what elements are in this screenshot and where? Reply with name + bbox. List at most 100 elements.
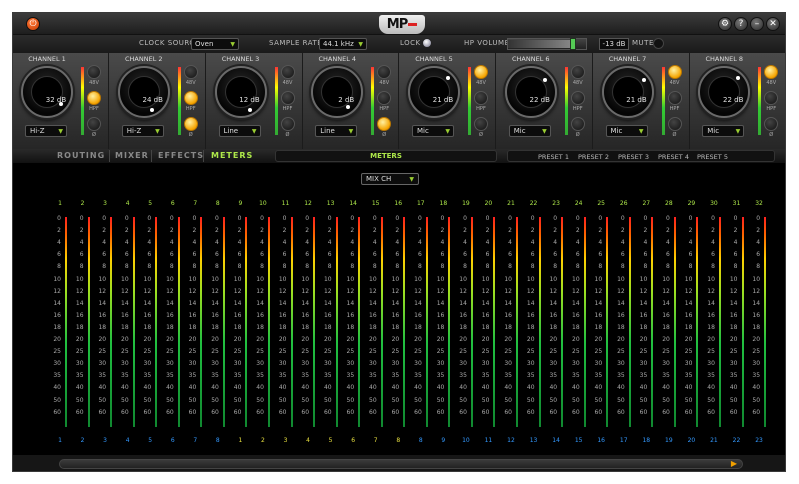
- hpf-button[interactable]: [183, 91, 198, 105]
- meter-scale-label: 60: [436, 408, 445, 416]
- meter-scale-label: 30: [121, 360, 129, 368]
- phantom-power-button[interactable]: [474, 65, 488, 79]
- phantom-power-button[interactable]: [667, 65, 682, 79]
- hpf-button[interactable]: [667, 91, 682, 105]
- mute-button[interactable]: [653, 38, 664, 49]
- phantom-power-button[interactable]: [764, 65, 779, 79]
- sample-rate-dropdown[interactable]: 44.1 kHz ▼: [319, 38, 367, 50]
- gain-knob[interactable]: 22 dB: [698, 66, 751, 118]
- phase-invert-button[interactable]: [377, 117, 392, 131]
- clock-source-dropdown[interactable]: Oven ▼: [191, 38, 239, 50]
- phase-invert-button[interactable]: [570, 117, 585, 131]
- gain-knob[interactable]: 32 dB: [21, 66, 73, 118]
- input-type-dropdown[interactable]: Hi-Z ▼: [121, 125, 164, 137]
- input-type-dropdown[interactable]: Line ▼: [315, 125, 358, 137]
- preset-3[interactable]: PRESET 3: [618, 152, 649, 162]
- meter-scale-label: 8: [575, 263, 580, 271]
- meter-scale-label: 10: [549, 275, 558, 283]
- meter-scale-label: 16: [639, 311, 648, 319]
- input-type-dropdown[interactable]: Mic ▼: [412, 125, 454, 137]
- phase-invert-button[interactable]: [474, 117, 488, 131]
- meter-scale-label: 40: [233, 384, 242, 392]
- meter-scale-label: 14: [459, 299, 467, 307]
- input-type-dropdown[interactable]: Mic ▼: [702, 125, 745, 137]
- hpf-button[interactable]: [474, 91, 488, 105]
- meters-panel: MIX CH ▼ 1 0 2 4 6 8 10 12 14 16 18 20 25 30 35 40 50 60 1…: [13, 163, 785, 455]
- hpf-button[interactable]: [764, 91, 779, 105]
- input-type-dropdown[interactable]: Mic ▼: [605, 125, 648, 137]
- horizontal-scrollbar[interactable]: ◀ ▶: [13, 455, 785, 471]
- meter-scale-label: 20: [481, 336, 490, 343]
- preset-2[interactable]: PRESET 2: [578, 152, 609, 162]
- phantom-power-button[interactable]: [377, 65, 392, 79]
- meter-column-number: 21: [507, 200, 515, 207]
- phase-invert-button[interactable]: [764, 117, 779, 131]
- tab-effects[interactable]: EFFECTS: [158, 151, 204, 160]
- phase-invert-button[interactable]: [280, 117, 295, 131]
- gain-knob[interactable]: 22 dB: [504, 66, 557, 118]
- input-type-dropdown[interactable]: Hi-Z ▼: [25, 125, 67, 137]
- help-icon[interactable]: ?: [734, 17, 748, 31]
- hpf-button[interactable]: [570, 91, 585, 105]
- channel-strip: CHANNEL 7 21 dB Mic ▼ 48V HPF Ø: [594, 53, 690, 149]
- meter-scale-label: 0: [192, 215, 197, 222]
- meter-scale-label: 60: [53, 408, 61, 416]
- meter-scale-label: 12: [481, 287, 490, 295]
- input-type-value: Hi-Z: [30, 127, 45, 135]
- meter-scale-label: 60: [707, 408, 715, 416]
- channel-name: CHANNEL 2: [124, 55, 163, 63]
- meter-scale-label: 35: [211, 372, 219, 380]
- meter-scale-label: 0: [305, 215, 310, 222]
- tab-routing[interactable]: ROUTING: [57, 151, 105, 160]
- mix-channel-dropdown[interactable]: MIX CH ▼: [361, 173, 419, 185]
- input-type-dropdown[interactable]: Line ▼: [218, 125, 261, 137]
- phantom-power-button[interactable]: [570, 65, 585, 79]
- gain-knob[interactable]: 21 dB: [601, 66, 654, 118]
- gain-knob[interactable]: 21 dB: [408, 66, 460, 118]
- meter-scale-label: 16: [729, 311, 738, 319]
- meter-scale-label: 0: [350, 215, 355, 222]
- meter-scale-label: 4: [417, 239, 422, 247]
- meter-scale-label: 6: [575, 251, 580, 259]
- preset-4[interactable]: PRESET 4: [658, 152, 689, 162]
- power-icon[interactable]: ⏻: [26, 17, 40, 31]
- gain-knob[interactable]: 12 dB: [214, 66, 267, 118]
- gear-icon[interactable]: ⚙: [718, 17, 732, 31]
- hpf-button[interactable]: [377, 91, 392, 105]
- meter-scale-label: 8: [711, 263, 715, 271]
- phantom-power-button[interactable]: [87, 65, 101, 79]
- phase-invert-button[interactable]: [667, 117, 682, 131]
- channel-name: CHANNEL 6: [511, 55, 550, 63]
- meter-scale-label: 16: [211, 311, 219, 319]
- meter-scale-label: 4: [666, 239, 670, 247]
- gain-knob[interactable]: 24 dB: [117, 66, 170, 118]
- preset-5[interactable]: PRESET 5: [697, 152, 728, 162]
- tab-mixer[interactable]: MIXER: [115, 151, 149, 160]
- hp-volume-slider[interactable]: [507, 38, 587, 50]
- hp-volume-handle[interactable]: [570, 38, 576, 50]
- hpf-button[interactable]: [280, 91, 295, 105]
- meter-scale-label: 12: [526, 287, 535, 295]
- minimize-icon[interactable]: –: [750, 17, 764, 31]
- hpf-button[interactable]: [87, 91, 101, 105]
- preset-1[interactable]: PRESET 1: [538, 152, 569, 162]
- meter-scale-label: 2: [395, 227, 400, 235]
- meter-scale-label: 18: [346, 323, 355, 331]
- phantom-power-button[interactable]: [183, 65, 198, 79]
- tab-meters[interactable]: METERS: [211, 151, 253, 160]
- view-title: METERS: [275, 150, 497, 162]
- input-type-dropdown[interactable]: Mic ▼: [508, 125, 551, 137]
- gain-knob[interactable]: 2 dB: [311, 66, 364, 118]
- phase-invert-button[interactable]: [183, 117, 198, 131]
- scroll-right-icon[interactable]: ▶: [729, 459, 739, 469]
- scrollbar-track[interactable]: [59, 459, 743, 469]
- close-icon[interactable]: ✕: [766, 17, 780, 31]
- knob-indicator: [542, 78, 547, 82]
- phase-invert-button[interactable]: [87, 117, 101, 131]
- meter-scale-label: 40: [98, 384, 107, 392]
- meter-scale-label: 8: [282, 263, 287, 271]
- meter-scale-label: 4: [530, 239, 535, 247]
- phantom-power-button[interactable]: [280, 65, 295, 79]
- meter-scale-label: 20: [98, 336, 107, 343]
- gain-value: 32 dB: [45, 96, 67, 104]
